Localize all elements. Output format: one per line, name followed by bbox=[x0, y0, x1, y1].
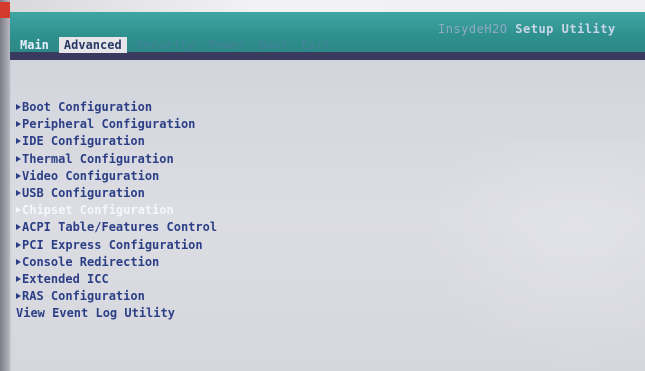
product-brand: InsydeH2O bbox=[438, 22, 508, 36]
menu-item-ide-configuration[interactable]: IDE Configuration bbox=[16, 133, 217, 150]
menu-item-pci-express-configuration[interactable]: PCI Express Configuration bbox=[16, 237, 217, 254]
right-triangle-icon bbox=[16, 172, 21, 179]
right-triangle-icon bbox=[16, 138, 21, 145]
menu-item-label: ACPI Table/Features Control bbox=[22, 220, 218, 235]
right-triangle-icon bbox=[16, 104, 21, 110]
menu-item-view-event-log-utility[interactable]: View Event Log Utility bbox=[16, 305, 217, 322]
menu-item-console-redirection[interactable]: Console Redirection bbox=[16, 254, 217, 271]
tab-main[interactable]: Main bbox=[16, 37, 53, 53]
menu-item-usb-configuration[interactable]: USB Configuration bbox=[16, 185, 217, 202]
monitor-bezel-top bbox=[0, 0, 645, 12]
tab-boot[interactable]: Boot bbox=[255, 37, 292, 53]
tab-exit[interactable]: Exit bbox=[298, 37, 335, 53]
menu-item-label: Video Configuration bbox=[22, 168, 160, 183]
menu-item-peripheral-configuration[interactable]: Peripheral Configuration bbox=[16, 116, 217, 133]
menu-item-label: Chipset Configuration bbox=[22, 203, 174, 218]
right-triangle-icon bbox=[16, 155, 21, 162]
menu-item-thermal-configuration[interactable]: Thermal Configuration bbox=[16, 151, 217, 168]
menu-item-label: Boot Configuration bbox=[22, 100, 153, 114]
menu-item-boot-configuration[interactable]: Boot Configuration bbox=[16, 99, 217, 116]
bezel-red-marker bbox=[0, 2, 10, 18]
right-triangle-icon bbox=[16, 241, 21, 248]
menu-item-label: Extended ICC bbox=[22, 271, 109, 286]
right-triangle-icon bbox=[16, 275, 21, 282]
product-name: Setup Utility bbox=[515, 22, 616, 36]
menu-item-label: RAS Configuration bbox=[22, 289, 145, 304]
tab-advanced[interactable]: Advanced bbox=[58, 37, 127, 53]
tab-power[interactable]: Power bbox=[205, 37, 249, 53]
menu-item-label: Peripheral Configuration bbox=[22, 117, 196, 132]
menu-item-label: Thermal Configuration bbox=[22, 151, 174, 166]
tab-security[interactable]: Security bbox=[133, 37, 199, 53]
right-triangle-icon bbox=[16, 189, 21, 196]
menu-item-ras-configuration[interactable]: RAS Configuration bbox=[16, 288, 217, 305]
advanced-menu: Boot Configuration Peripheral Configurat… bbox=[16, 99, 217, 322]
menu-item-label: USB Configuration bbox=[22, 185, 145, 200]
monitor-bezel-left bbox=[0, 0, 10, 371]
right-triangle-icon bbox=[16, 224, 21, 231]
menu-item-acpi-table-features-control[interactable]: ACPI Table/Features Control bbox=[16, 219, 217, 236]
right-triangle-icon bbox=[16, 293, 21, 300]
product-title: InsydeH2O Setup Utility bbox=[438, 22, 616, 36]
right-triangle-icon bbox=[16, 207, 21, 214]
right-triangle-icon bbox=[16, 121, 21, 128]
menu-item-label: Console Redirection bbox=[22, 254, 160, 269]
right-triangle-icon bbox=[16, 258, 21, 265]
menu-item-extended-icc[interactable]: Extended ICC bbox=[16, 271, 217, 288]
tab-bar: Main Advanced Security Power Boot Exit bbox=[16, 36, 340, 54]
bios-screen: InsydeH2O Setup Utility Main Advanced Se… bbox=[0, 0, 645, 371]
menu-item-label: View Event Log Utility bbox=[16, 306, 175, 321]
menu-item-label: IDE Configuration bbox=[22, 134, 145, 149]
menu-item-chipset-configuration[interactable]: Chipset Configuration bbox=[16, 202, 217, 219]
menu-item-label: PCI Express Configuration bbox=[22, 237, 203, 252]
menu-item-video-configuration[interactable]: Video Configuration bbox=[16, 168, 217, 185]
